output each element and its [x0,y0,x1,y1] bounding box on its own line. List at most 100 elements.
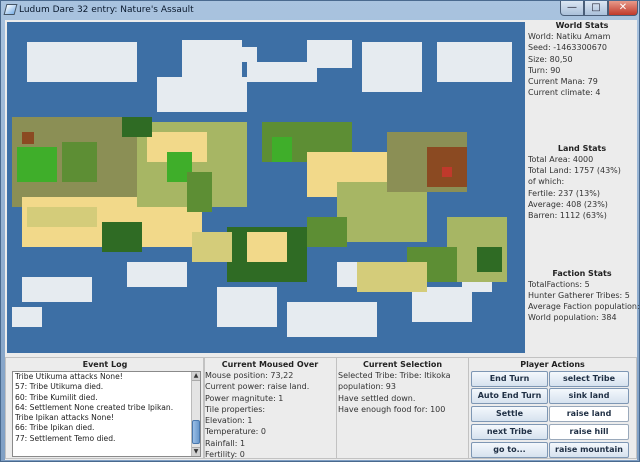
settle-button[interactable]: Settle [471,406,548,422]
cloud-tile [217,287,277,327]
auto-end-turn-button[interactable]: Auto End Turn [471,388,548,404]
world-stat-line: Seed: -1463300670 [528,43,608,53]
world-stat-line: Size: 80,50 [528,54,573,64]
log-entry: 77: Settlement Temo died. [15,433,116,443]
moused-over-line: Power magnitute: 1 [205,393,284,403]
land-stat-line: Average: 408 (23%) [528,199,608,209]
terrain-tile [27,207,97,227]
feather-icon [3,4,18,15]
settlement-tile [22,132,34,144]
raise-land-button[interactable]: raise land [549,406,629,422]
go-to-button[interactable]: go to... [471,442,548,458]
cloud-tile [22,277,92,302]
cloud-tile [412,287,472,322]
minimize-button[interactable]: — [560,1,584,16]
log-scrollbar[interactable]: ▲ ▼ [191,372,200,456]
log-entry: 57: Tribe Utikuma died. [15,382,104,392]
world-stat-line: Turn: 90 [528,65,561,75]
faction-stat-line: TotalFactions: 5 [528,279,590,289]
faction-stats-panel: Faction Stats TotalFactions: 5 Hunter Ga… [527,268,640,324]
select-tribe-button[interactable]: select Tribe [549,371,629,387]
current-selection-title: Current Selection [362,360,443,369]
log-entry: Tribe Ipikan attacks None! [15,413,115,423]
terrain-tile [357,262,427,292]
title-bar: Ludum Dare 32 entry: Nature's Assault [1,1,639,19]
cloud-tile [287,302,377,337]
moused-over-line: Fertility: 0 [205,450,245,460]
log-entry: 64: Settlement None created tribe Ipikan… [15,402,174,412]
close-button[interactable]: ✕ [608,1,638,16]
world-stat-line: World: Natiku Amam [528,32,611,41]
moused-over-line: Rainfall: 1 [205,438,246,448]
cloud-tile [247,62,317,82]
world-stat-line: Current climate: 4 [528,88,601,98]
cloud-tile [127,262,187,287]
end-turn-button[interactable]: End Turn [471,371,548,387]
selection-line: population: 93 [338,382,396,392]
bottom-panel: Event Log Tribe Utikuma attacks None! 57… [5,357,637,460]
land-stats-panel: Land Stats Total Area: 4000 Total Land: … [527,143,637,222]
terrain-tile [477,247,502,272]
terrain-tile [187,172,212,212]
world-stats-panel: World Stats World: Natiku Amam Seed: -14… [527,20,637,99]
terrain-tile [192,232,232,262]
world-stat-line: Current Mana: 79 [528,77,598,87]
scroll-up-icon[interactable]: ▲ [192,372,200,381]
moused-over-title: Current Moused Over [221,360,319,369]
terrain-tile [17,147,57,182]
selection-line: Selected Tribe: Tribe: Itikoka [338,371,451,380]
faction-stat-line: Hunter Gatherer Tribes: 5 [528,290,630,300]
log-entry: 66: Tribe Ipikan died. [15,423,95,433]
maximize-button[interactable]: □ [584,1,608,16]
app-window: Ludum Dare 32 entry: Nature's Assault — … [0,0,640,462]
cloud-tile [27,42,137,82]
stats-sidebar: World Stats World: Natiku Amam Seed: -14… [527,20,640,356]
window-title: Ludum Dare 32 entry: Nature's Assault [19,5,194,15]
scroll-thumb[interactable] [192,420,200,444]
faction-stat-line: Average Faction population: 76 [528,302,640,312]
log-entry: 60: Tribe Kumilit died. [15,392,98,402]
terrain-tile [272,137,292,162]
client-area: World Stats World: Natiku Amam Seed: -14… [5,20,640,460]
terrain-tile [122,117,152,137]
terrain-tile [307,217,347,247]
event-log-list[interactable]: Tribe Utikuma attacks None! 57: Tribe Ut… [12,371,201,457]
event-log-panel: Event Log Tribe Utikuma attacks None! 57… [5,357,205,459]
cloud-tile [307,40,352,68]
moused-over-line: Mouse position: 73,22 [205,371,294,380]
world-stats-title: World Stats [555,21,609,30]
next-tribe-button[interactable]: next Tribe [471,424,548,440]
selection-tile [442,167,452,177]
scroll-down-icon[interactable]: ▼ [192,447,200,456]
moused-over-line: Current power: raise land. [205,382,310,392]
selection-line: Have settled down. [338,393,416,403]
raise-hill-button[interactable]: raise hill [549,424,629,440]
moused-over-line: Elevation: 1 [205,416,253,426]
world-map-canvas[interactable] [7,22,525,353]
world-map[interactable] [7,22,525,353]
cloud-tile [12,307,42,327]
terrain-tile [62,142,97,182]
cloud-tile [437,42,512,82]
player-actions-title: Player Actions [520,360,585,369]
cloud-tile [242,47,257,62]
moused-over-line: Temperature: 0 [205,427,267,437]
land-stats-title: Land Stats [557,143,607,153]
selection-line: Have enough food for: 100 [338,404,446,414]
log-entry: Tribe Utikuma attacks None! [15,372,123,381]
sink-land-button[interactable]: sink land [549,388,629,404]
land-stat-line: Barren: 1112 (63%) [528,211,607,221]
land-stat-line: Total Land: 1757 (43%) [528,166,621,176]
cloud-tile [157,77,247,112]
faction-stats-title: Faction Stats [552,268,612,278]
current-selection-panel: Current Selection Selected Tribe: Tribe:… [336,357,469,459]
land-stat-line: Total Area: 4000 [528,154,594,164]
faction-stat-line: World population: 384 [528,313,617,323]
land-stat-line: Fertile: 237 (13%) [528,188,600,198]
land-stat-line: of which: [528,177,565,187]
terrain-tile [247,232,287,262]
moused-over-line: Tile properties: [205,404,266,414]
event-log-title: Event Log [82,360,128,369]
terrain-tile [102,222,142,252]
raise-mountain-button[interactable]: raise mountain [549,442,629,458]
